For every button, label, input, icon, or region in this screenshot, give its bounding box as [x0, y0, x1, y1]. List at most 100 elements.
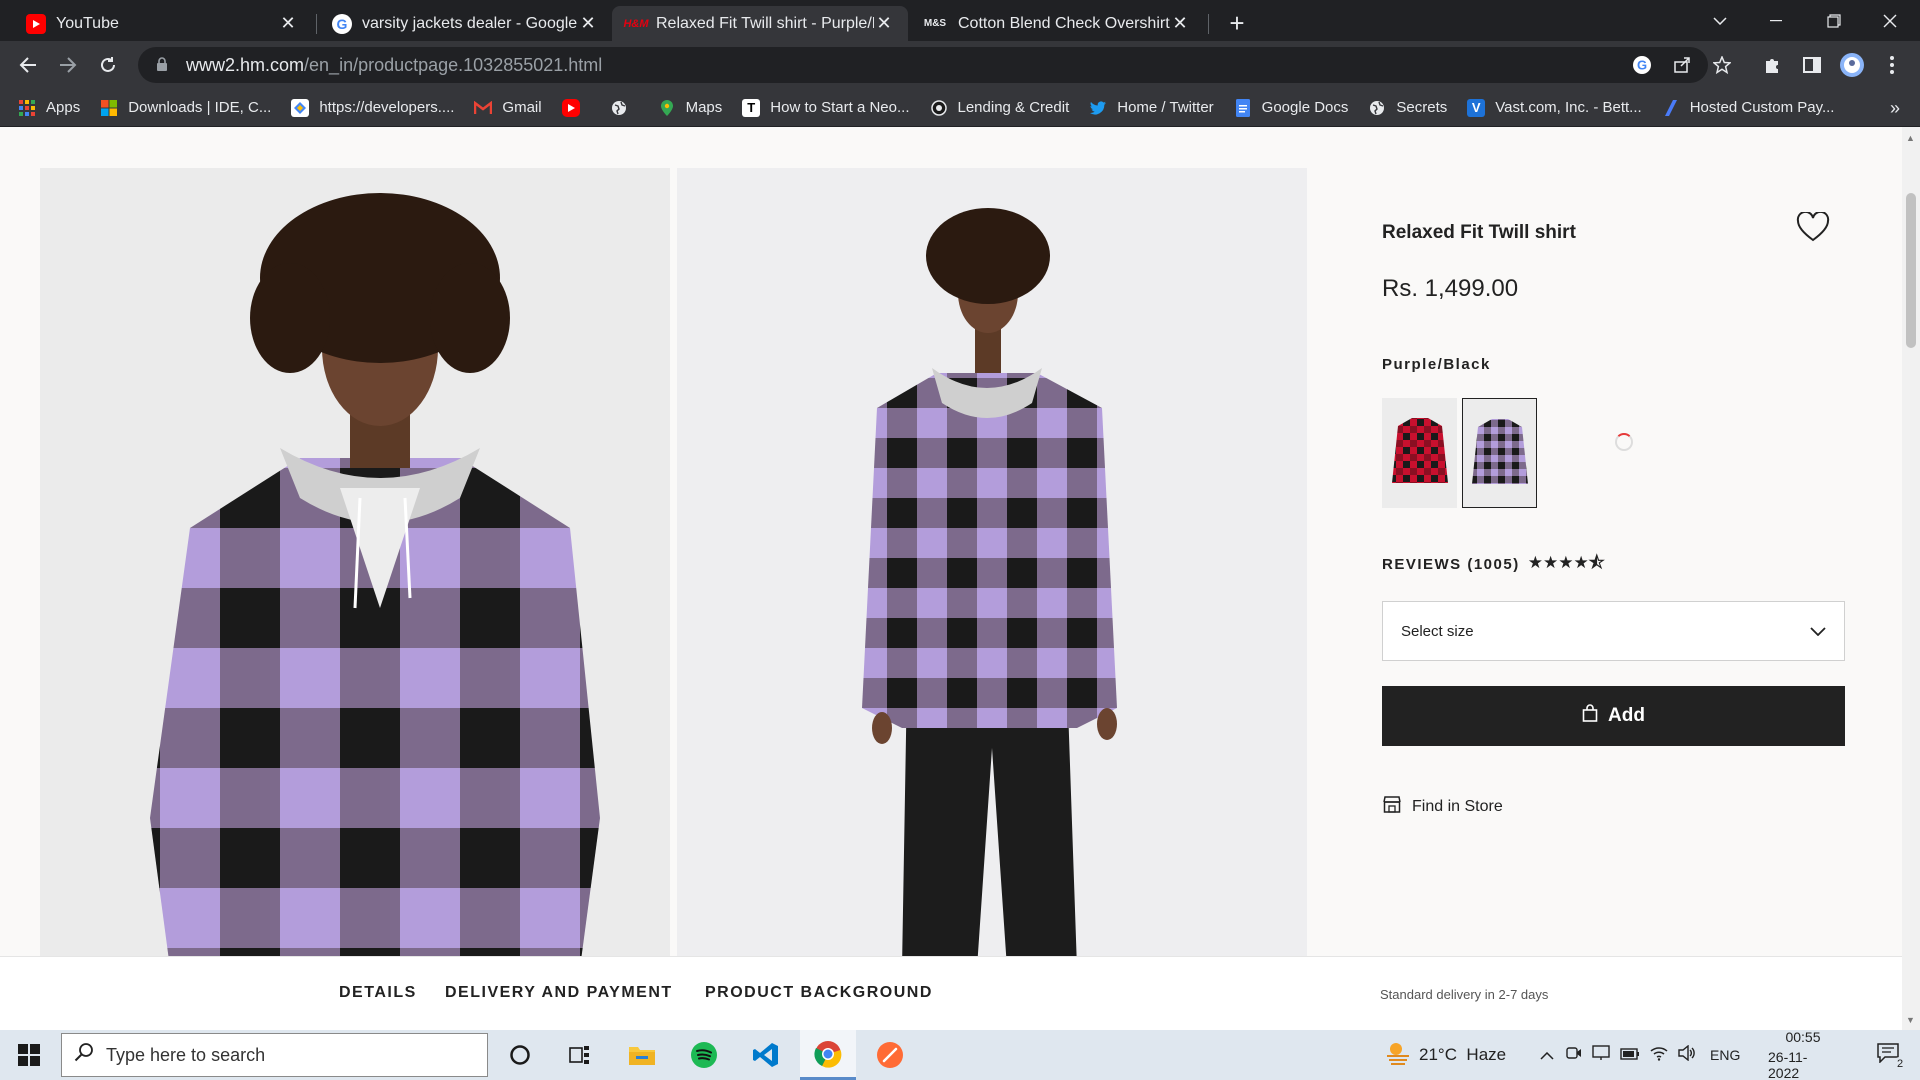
close-icon[interactable]: ✕: [278, 13, 298, 34]
product-title: Relaxed Fit Twill shirt: [1382, 222, 1576, 243]
add-button-label: Add: [1608, 705, 1645, 726]
clock[interactable]: 00:55 26-11-2022: [1768, 1029, 1838, 1080]
page-scrollbar[interactable]: ▲ ▼: [1902, 127, 1920, 1030]
presentation-icon[interactable]: [1592, 1045, 1610, 1065]
bookmark-hosted-pay[interactable]: Hosted Custom Pay...: [1662, 99, 1835, 117]
bookmark-secrets[interactable]: Secrets: [1368, 99, 1447, 117]
add-to-bag-button[interactable]: Add: [1382, 686, 1845, 746]
close-icon[interactable]: ✕: [1170, 13, 1190, 34]
bookmark-lending[interactable]: Lending & Credit: [930, 99, 1069, 117]
vscode-icon[interactable]: [738, 1030, 794, 1080]
close-icon[interactable]: ✕: [578, 13, 598, 34]
tray-icons: ENG: [1540, 1030, 1740, 1080]
bookmark-youtube[interactable]: [561, 98, 590, 117]
address-bar[interactable]: www2.hm.com/en_in/productpage.1032855021…: [138, 47, 1708, 83]
apps-grid-icon: [18, 99, 36, 117]
cortana-icon[interactable]: [492, 1030, 548, 1080]
bookmark-twitter[interactable]: Home / Twitter: [1089, 99, 1214, 117]
bookmark-maps[interactable]: Maps: [658, 99, 723, 117]
bookmark-apps[interactable]: Apps: [18, 99, 80, 117]
product-photo-full[interactable]: [677, 168, 1307, 968]
bookmark-label: How to Start a Neo...: [770, 99, 910, 116]
tab-divider: [1208, 14, 1209, 34]
tab-hm-product[interactable]: H&M Relaxed Fit Twill shirt - Purple/Bla…: [612, 6, 908, 41]
color-swatch-purple-black[interactable]: [1462, 398, 1537, 508]
scrollbar-thumb[interactable]: [1906, 193, 1916, 348]
bookmark-gmail[interactable]: Gmail: [474, 99, 542, 117]
input-language[interactable]: ENG: [1710, 1047, 1740, 1063]
t-icon: T: [742, 98, 761, 117]
bookmark-developers[interactable]: https://developers....: [291, 98, 454, 117]
task-view-icon[interactable]: [552, 1030, 608, 1080]
tab-google-search[interactable]: G varsity jackets dealer - Google Se ✕: [318, 6, 612, 41]
slash-icon: [1662, 99, 1680, 117]
clock-date: 26-11-2022: [1768, 1049, 1808, 1080]
file-explorer-icon[interactable]: [614, 1030, 670, 1080]
minimize-button[interactable]: [1748, 0, 1804, 41]
notification-center-icon: 2: [1877, 1043, 1907, 1071]
bookmark-downloads-ide[interactable]: Downloads | IDE, C...: [100, 99, 271, 117]
bookmark-label: Hosted Custom Pay...: [1689, 99, 1835, 116]
profile-avatar[interactable]: [1836, 49, 1868, 81]
rating-stars: ★★★★⯪: [1527, 553, 1605, 572]
tab-title: Cotton Blend Check Overshirt: [958, 14, 1170, 32]
scroll-up-arrow-icon[interactable]: ▲: [1906, 133, 1915, 143]
color-swatch-red-black[interactable]: [1382, 398, 1457, 508]
bookmark-label: Maps: [685, 99, 723, 116]
bookmarks-overflow-icon[interactable]: »: [1890, 98, 1900, 119]
bookmark-vast[interactable]: V Vast.com, Inc. - Bett...: [1467, 98, 1642, 117]
cloud-icon: [291, 98, 310, 117]
battery-icon[interactable]: [1620, 1047, 1640, 1064]
globe-icon: [610, 99, 628, 117]
windows-logo-icon: [100, 99, 118, 117]
more-menu-icon[interactable]: [1876, 49, 1908, 81]
tab-details[interactable]: DETAILS: [339, 984, 417, 1002]
close-window-button[interactable]: [1862, 0, 1918, 41]
restore-button[interactable]: [1806, 0, 1862, 41]
bookmark-globe[interactable]: [610, 99, 638, 117]
bookmark-neo[interactable]: T How to Start a Neo...: [742, 98, 910, 117]
product-page: Relaxed Fit Twill shirt Rs. 1,499.00 Pur…: [0, 127, 1902, 1030]
tab-ms-overshirt[interactable]: M&S Cotton Blend Check Overshirt ✕: [908, 6, 1204, 41]
tab-youtube[interactable]: YouTube ✕: [12, 6, 312, 41]
bookmark-star-icon[interactable]: [1706, 49, 1738, 81]
wishlist-heart-icon[interactable]: [1796, 210, 1830, 247]
size-select[interactable]: Select size: [1382, 601, 1845, 661]
find-in-store-link[interactable]: Find in Store: [1382, 795, 1503, 818]
draw-app-icon[interactable]: [862, 1030, 918, 1080]
new-tab-button[interactable]: +: [1220, 6, 1254, 40]
google-lens-icon[interactable]: G: [1626, 49, 1658, 81]
spotify-icon[interactable]: [676, 1030, 732, 1080]
tab-search-chevron-icon[interactable]: [1692, 0, 1748, 41]
maps-pin-icon: [658, 99, 676, 117]
wifi-icon[interactable]: [1650, 1045, 1668, 1065]
show-hidden-icons-chevron[interactable]: [1540, 1047, 1554, 1064]
chrome-taskbar-icon[interactable]: [800, 1030, 856, 1080]
bookmark-label: Vast.com, Inc. - Bett...: [1495, 99, 1642, 116]
share-icon[interactable]: [1666, 49, 1698, 81]
tab-delivery-payment[interactable]: DELIVERY AND PAYMENT: [445, 984, 673, 1002]
windows-start-button[interactable]: [0, 1030, 58, 1080]
forward-button[interactable]: [52, 49, 84, 81]
notifications-button[interactable]: 2: [1866, 1030, 1910, 1080]
extensions-puzzle-icon[interactable]: [1756, 49, 1788, 81]
close-icon[interactable]: ✕: [874, 13, 894, 34]
side-panel-icon[interactable]: [1796, 49, 1828, 81]
scroll-down-arrow-icon[interactable]: ▼: [1906, 1015, 1915, 1025]
lock-icon: [156, 56, 168, 74]
tab-product-background[interactable]: PRODUCT BACKGROUND: [705, 984, 933, 1002]
bookmark-google-docs[interactable]: Google Docs: [1234, 98, 1348, 117]
reviews-link[interactable]: REVIEWS (1005) ★★★★⯪: [1382, 550, 1605, 579]
meet-now-icon[interactable]: [1566, 1045, 1582, 1065]
clock-time: 00:55: [1785, 1029, 1821, 1045]
volume-icon[interactable]: [1678, 1044, 1696, 1065]
delivery-note: Standard delivery in 2-7 days: [1380, 987, 1549, 1002]
product-photo-front[interactable]: [40, 168, 670, 968]
back-button[interactable]: [12, 49, 44, 81]
weather-widget[interactable]: 21°C Haze: [1385, 1030, 1506, 1080]
notification-count-badge: 2: [1893, 1057, 1907, 1071]
bookmarks-bar: Apps Downloads | IDE, C... https://devel…: [0, 89, 1920, 127]
search-icon: [74, 1042, 94, 1068]
taskbar-search-box[interactable]: Type here to search: [61, 1033, 488, 1077]
reload-button[interactable]: [92, 49, 124, 81]
